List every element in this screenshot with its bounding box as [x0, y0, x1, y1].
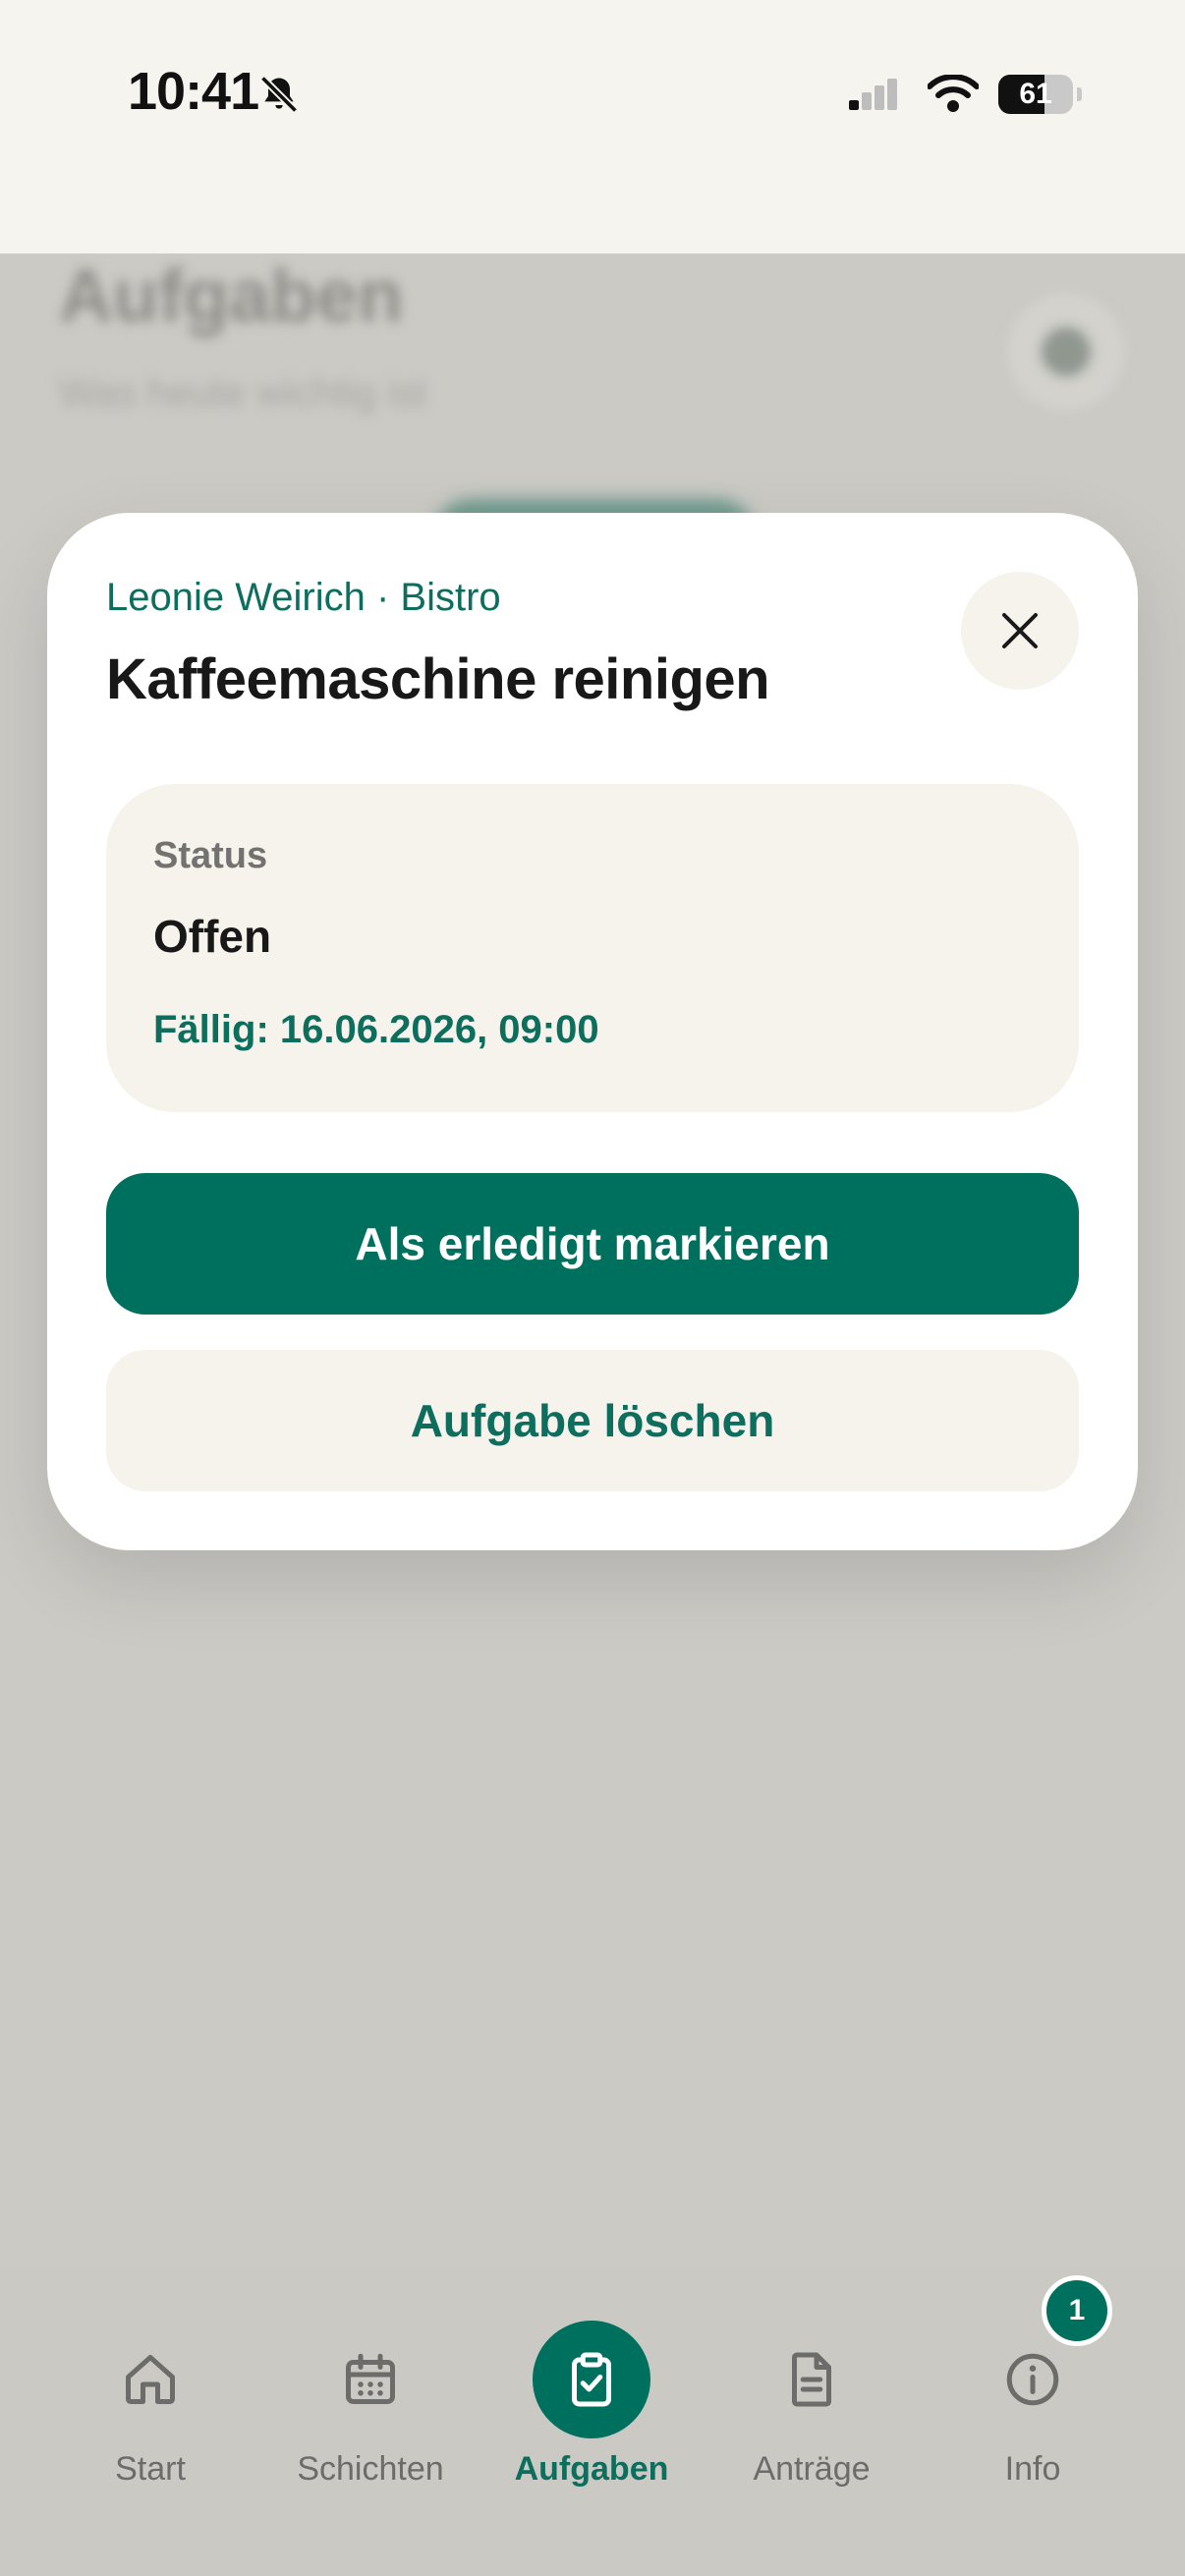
- close-button[interactable]: [961, 572, 1079, 690]
- cellular-signal-icon: [849, 79, 910, 118]
- tab-label-info: Info: [1004, 2450, 1061, 2488]
- battery-level: 61: [1019, 78, 1052, 110]
- status-value: Offen: [153, 911, 272, 962]
- close-icon: [1002, 613, 1038, 648]
- calendar-icon: [311, 2321, 429, 2438]
- tab-antraege[interactable]: Anträge: [702, 2293, 922, 2490]
- tab-aufgaben[interactable]: Aufgaben: [481, 2293, 702, 2490]
- delete-task-button[interactable]: Aufgabe löschen: [106, 1350, 1079, 1491]
- status-bar: 10:41 61: [0, 0, 1185, 253]
- task-detail-modal: Leonie Weirich · Bistro Kaffeemaschine r…: [47, 513, 1138, 1550]
- page-title: Aufgaben: [59, 254, 404, 338]
- info-notification-badge: 1: [1042, 2275, 1112, 2346]
- tab-bar: Start Schichten Aufgaben Anträge Info: [0, 2266, 1185, 2576]
- tab-label-antraege: Anträge: [753, 2450, 871, 2488]
- status-card: Status Offen Fällig: 16.06.2026, 09:00: [106, 784, 1079, 1112]
- tab-label-schichten: Schichten: [297, 2450, 444, 2488]
- due-date: Fällig: 16.06.2026, 09:00: [153, 1008, 599, 1051]
- status-time: 10:41: [128, 62, 259, 121]
- tab-schichten[interactable]: Schichten: [260, 2293, 480, 2490]
- page-subtitle: Was heute wichtig ist: [59, 371, 427, 415]
- tab-start[interactable]: Start: [40, 2293, 260, 2490]
- status-label: Status: [153, 835, 268, 876]
- avatar-dot: [1042, 327, 1091, 376]
- tab-label-start: Start: [115, 2450, 186, 2488]
- wifi-icon: [927, 74, 980, 114]
- clipboard-check-icon: [533, 2321, 650, 2438]
- battery-icon: 61: [998, 75, 1083, 114]
- mark-done-button[interactable]: Als erledigt markieren: [106, 1173, 1079, 1315]
- task-title: Kaffeemaschine reinigen: [106, 647, 770, 711]
- document-icon: [753, 2321, 871, 2438]
- tab-label-aufgaben: Aufgaben: [514, 2450, 669, 2488]
- bell-slash-icon: [257, 73, 301, 116]
- home-icon: [91, 2321, 209, 2438]
- task-assignee-location: Leonie Weirich · Bistro: [106, 576, 501, 619]
